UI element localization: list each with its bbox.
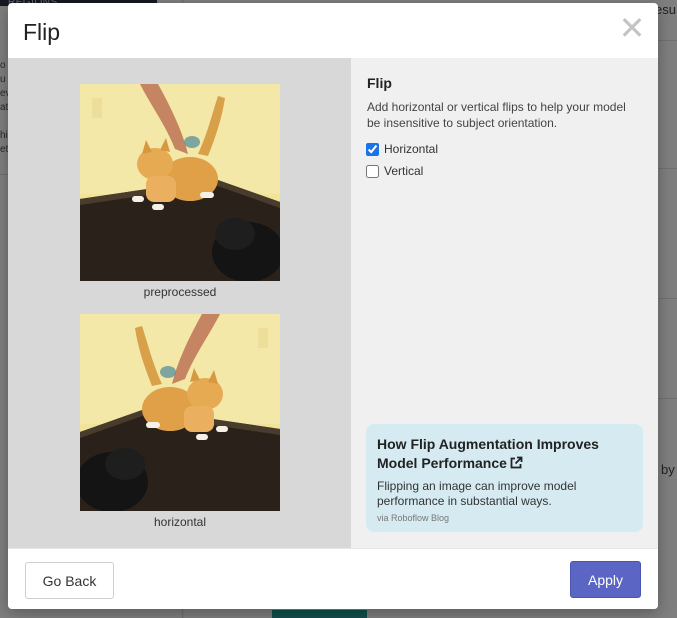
flip-modal: Flip ✕ preprocessed horizontal Flip Add … [8,3,658,609]
options-pane: Flip Add horizontal or vertical flips to… [351,58,658,548]
blog-description: Flipping an image can improve model perf… [377,479,577,508]
vertical-checkbox[interactable] [366,164,379,178]
preview-pane: preprocessed horizontal [8,58,351,548]
modal-header: Flip ✕ [8,3,658,58]
preview-image-preprocessed [80,84,280,281]
vertical-option[interactable]: Vertical [366,164,423,178]
modal-title: Flip [23,19,61,45]
modal-body: preprocessed horizontal Flip Add horizon… [8,58,658,548]
preview-image-horizontal [80,314,280,511]
horizontal-checkbox[interactable] [366,142,379,156]
preview-caption: horizontal [153,515,207,529]
blog-title-text: How Flip Augmentation Improves Model Per… [377,436,599,471]
modal-footer: Go Back Apply [8,548,658,609]
horizontal-label: Horizontal [384,142,439,156]
go-back-button[interactable]: Go Back [25,562,114,599]
options-description: Add horizontal or vertical flips to help… [367,100,626,130]
blog-link-card[interactable]: How Flip Augmentation Improves Model Per… [366,424,643,532]
blog-title: How Flip Augmentation Improves Model Per… [377,435,637,473]
blog-source: via Roboflow Blog [377,513,450,523]
vertical-label: Vertical [384,164,424,178]
options-title: Flip [367,75,392,91]
close-icon[interactable]: ✕ [618,12,646,45]
external-link-icon [510,456,523,469]
horizontal-option[interactable]: Horizontal [366,142,438,156]
preview-caption: preprocessed [143,285,217,299]
apply-button[interactable]: Apply [570,561,641,598]
